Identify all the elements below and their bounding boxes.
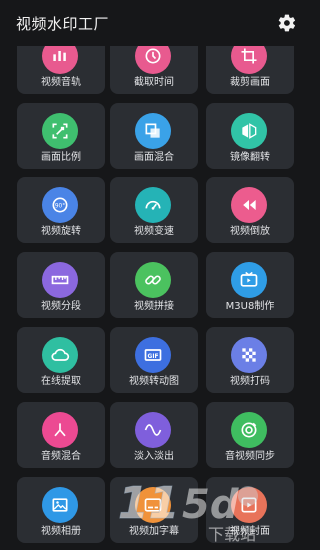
- feature-label: 淡入淡出: [134, 451, 174, 462]
- feature-label: 音频混合: [41, 451, 81, 462]
- feature-label: 画面比例: [41, 152, 81, 163]
- feature-tile-layers[interactable]: 画面混合: [110, 103, 198, 169]
- app-title: 视频水印工厂: [16, 15, 110, 33]
- aspect-ratio-icon: [42, 113, 78, 149]
- top-bar: 视频水印工厂: [0, 0, 309, 46]
- feature-label: 视频变速: [134, 226, 174, 237]
- feature-tile-sync[interactable]: 音视频同步: [206, 402, 294, 468]
- svg-text:90°: 90°: [55, 204, 65, 210]
- feature-tile-aspect-ratio[interactable]: 画面比例: [17, 103, 105, 169]
- feature-label: M3U8制作: [225, 301, 275, 312]
- feature-tile-gif[interactable]: GIF 视频转动图: [110, 327, 198, 393]
- cloud-icon: [42, 337, 78, 373]
- feature-label: 视频倒放: [230, 226, 270, 237]
- feature-grid: 视频音轨 截取时间 裁剪画面 画面比例 画面混合 镜像翻转 90° 视频旋转 视频变速 视频倒放视…: [0, 0, 309, 550]
- feature-label: 视频加字幕: [129, 526, 179, 537]
- mirror-icon: [231, 113, 267, 149]
- feature-tile-link[interactable]: 视频拼接: [110, 252, 198, 318]
- mosaic-icon: [231, 337, 267, 373]
- feature-tile-cover[interactable]: 视频封面: [206, 477, 294, 543]
- feature-label: 视频打码: [230, 376, 270, 387]
- feature-label: 镜像翻转: [230, 152, 270, 163]
- feature-tile-ruler[interactable]: 视频分段: [17, 252, 105, 318]
- svg-text:GIF: GIF: [148, 354, 159, 360]
- feature-tile-speedometer[interactable]: 视频变速: [110, 177, 198, 243]
- feature-label: 视频封面: [230, 526, 270, 537]
- feature-label: 裁剪画面: [230, 77, 270, 88]
- gear-icon[interactable]: [277, 13, 297, 33]
- subtitle-icon: [135, 487, 171, 523]
- feature-tile-tv[interactable]: M3U8制作: [206, 252, 294, 318]
- merge-icon: [42, 412, 78, 448]
- feature-tile-rewind[interactable]: 视频倒放: [206, 177, 294, 243]
- feature-label: 画面混合: [134, 152, 174, 163]
- sync-icon: [231, 412, 267, 448]
- feature-label: 视频旋转: [41, 226, 81, 237]
- feature-label: 视频拼接: [134, 301, 174, 312]
- feature-tile-rotate-90[interactable]: 90° 视频旋转: [17, 177, 105, 243]
- feature-tile-subtitle[interactable]: 视频加字幕: [110, 477, 198, 543]
- feature-tile-mirror[interactable]: 镜像翻转: [206, 103, 294, 169]
- rotate-90-icon: 90°: [42, 187, 78, 223]
- gif-icon: GIF: [135, 337, 171, 373]
- wave-icon: [135, 412, 171, 448]
- tv-icon: [231, 262, 267, 298]
- layers-icon: [135, 113, 171, 149]
- ruler-icon: [42, 262, 78, 298]
- cover-icon: [231, 487, 267, 523]
- feature-label: 音视频同步: [225, 451, 275, 462]
- feature-tile-photo-album[interactable]: 视频相册: [17, 477, 105, 543]
- feature-label: 视频相册: [41, 526, 81, 537]
- feature-tile-mosaic[interactable]: 视频打码: [206, 327, 294, 393]
- feature-label: 截取时间: [134, 77, 174, 88]
- rewind-icon: [231, 187, 267, 223]
- feature-label: 视频分段: [41, 301, 81, 312]
- feature-tile-merge[interactable]: 音频混合: [17, 402, 105, 468]
- feature-label: 在线提取: [41, 376, 81, 387]
- feature-tile-cloud[interactable]: 在线提取: [17, 327, 105, 393]
- speedometer-icon: [135, 187, 171, 223]
- feature-label: 视频音轨: [41, 77, 81, 88]
- link-icon: [135, 262, 171, 298]
- feature-label: 视频转动图: [129, 376, 179, 387]
- photo-album-icon: [42, 487, 78, 523]
- feature-tile-wave[interactable]: 淡入淡出: [110, 402, 198, 468]
